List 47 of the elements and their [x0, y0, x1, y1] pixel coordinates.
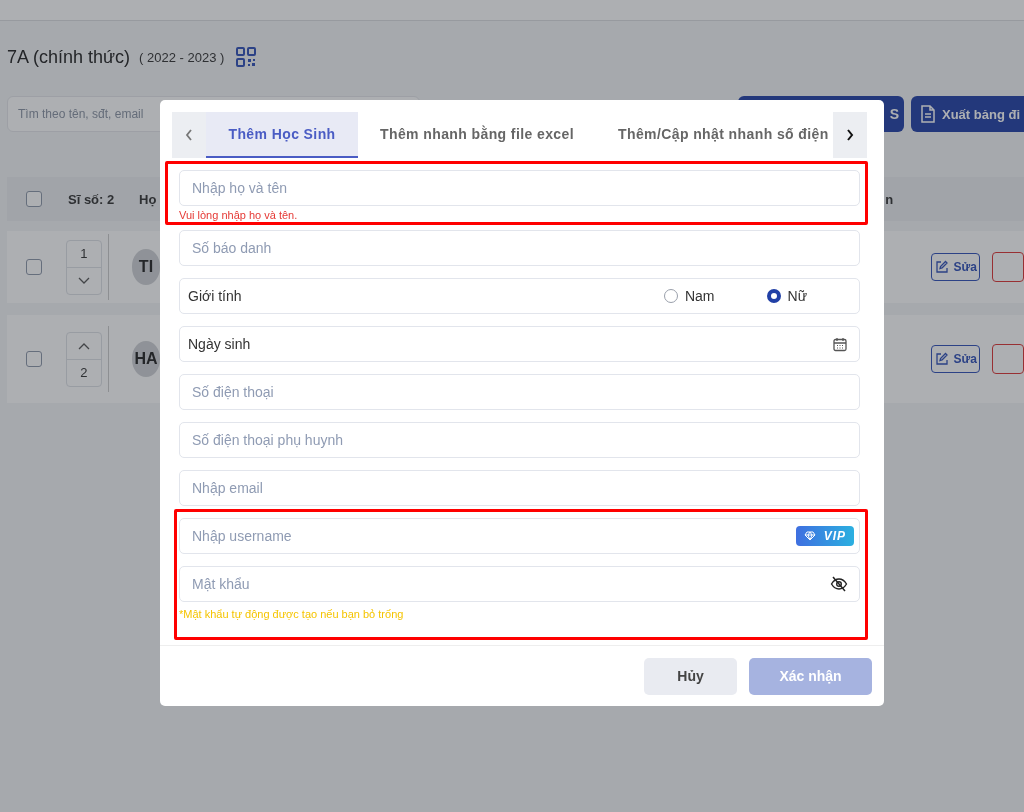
checkbox[interactable]: [26, 351, 42, 367]
export-button[interactable]: Xuất bảng đi: [911, 96, 1024, 132]
edit-button[interactable]: Sửa: [931, 345, 980, 373]
input-field[interactable]: Số báo danh: [179, 230, 860, 266]
chevron-right-icon: [846, 129, 854, 141]
edit-icon: [934, 352, 949, 366]
input-field[interactable]: Số điện thoại: [179, 374, 860, 410]
input-field[interactable]: Nhập email: [179, 470, 860, 506]
checkbox[interactable]: [26, 259, 42, 275]
school-year: ( 2022 - 2023 ): [139, 49, 225, 65]
password-field[interactable]: Mật khẩu: [179, 566, 860, 602]
order-number: 1: [80, 246, 88, 261]
input-field[interactable]: Nhập họ và tên: [179, 170, 860, 206]
document-icon: [920, 105, 936, 123]
field-label: Giới tính: [188, 288, 243, 304]
chevron-up-icon[interactable]: [77, 341, 90, 350]
radio-label: Nam: [684, 288, 715, 304]
order-stepper[interactable]: 2: [66, 331, 102, 387]
qr-code-icon[interactable]: [236, 47, 257, 67]
radio-button[interactable]: [766, 289, 781, 303]
avatar: TI: [131, 249, 161, 285]
checkbox[interactable]: [26, 191, 42, 207]
order-stepper[interactable]: 1: [66, 239, 102, 295]
error-message: Vui lòng nhập họ và tên.: [179, 209, 299, 221]
input-field[interactable]: Số điện thoại phụ huynh: [179, 422, 860, 458]
date-field[interactable]: Ngày sinh: [179, 326, 860, 362]
tab[interactable]: Thêm Học Sinh: [206, 112, 358, 158]
column-header: n: [885, 191, 894, 207]
diamond-icon: [803, 531, 816, 541]
chevron-left-icon: [185, 129, 193, 141]
order-number: 2: [80, 365, 88, 380]
edit-icon: [934, 260, 949, 274]
edit-button[interactable]: Sửa: [931, 253, 980, 281]
avatar: HA: [131, 341, 161, 377]
column-header: Sĩ số: 2: [68, 191, 116, 207]
vip-badge: VIP: [795, 526, 854, 546]
action-button[interactable]: [992, 344, 1024, 374]
chevron-down-icon[interactable]: [77, 276, 90, 285]
action-button[interactable]: [992, 252, 1024, 282]
column-header: Họ: [139, 191, 157, 207]
class-title: 7A (chính thức): [7, 46, 131, 68]
calendar-icon[interactable]: [833, 336, 847, 352]
radio-label: Nữ: [787, 288, 807, 304]
hint-text: *Mật khẩu tự động được tạo nếu bạn bỏ trống: [179, 608, 405, 620]
radio-button[interactable]: [663, 289, 678, 303]
eye-off-icon[interactable]: [830, 576, 848, 592]
cancel-button[interactable]: Hủy: [644, 657, 737, 695]
